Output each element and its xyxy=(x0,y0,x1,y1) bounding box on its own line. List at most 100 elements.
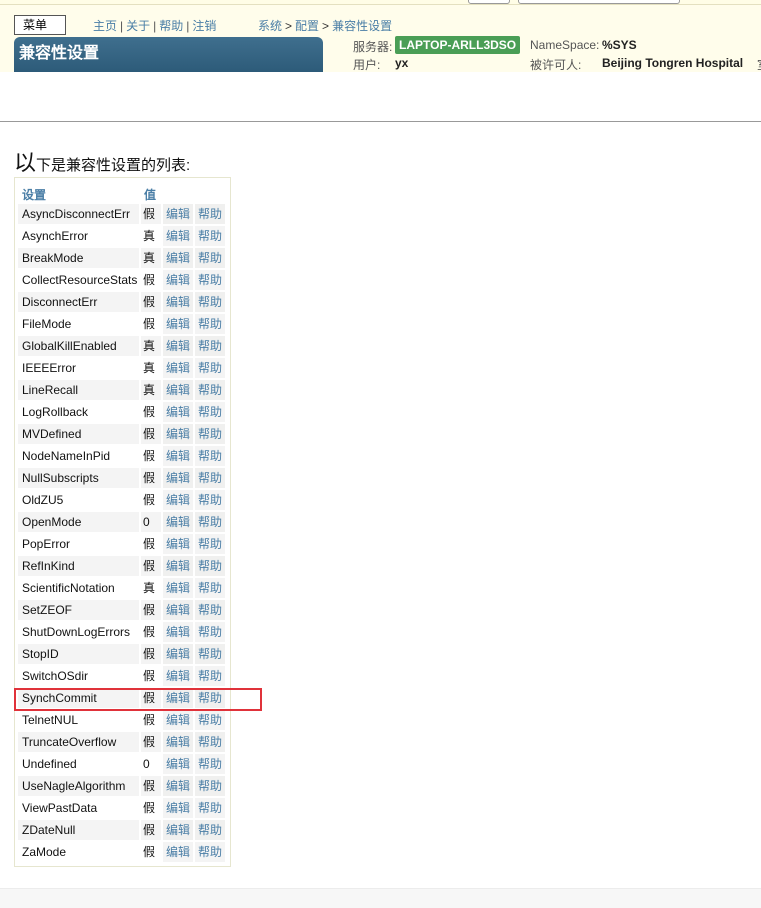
edit-link[interactable]: 编辑 xyxy=(166,625,190,639)
help-link[interactable]: 帮助 xyxy=(198,779,222,793)
edit-link[interactable]: 编辑 xyxy=(166,669,190,683)
setting-name: NullSubscripts xyxy=(18,468,139,488)
breadcrumb-config[interactable]: 配置 xyxy=(295,19,319,33)
help-link[interactable]: 帮助 xyxy=(198,339,222,353)
setting-name: ViewPastData xyxy=(22,801,98,815)
help-link[interactable]: 帮助 xyxy=(198,581,222,595)
edit-link[interactable]: 编辑 xyxy=(166,515,190,529)
edit-link[interactable]: 编辑 xyxy=(166,581,190,595)
edit-link[interactable]: 编辑 xyxy=(166,383,190,397)
help-link[interactable]: 帮助 xyxy=(198,625,222,639)
edit-link[interactable]: 编辑 xyxy=(166,757,190,771)
edit-link[interactable]: 编辑 xyxy=(166,405,190,419)
edit-cell: 编辑 xyxy=(163,556,193,576)
breadcrumb-system[interactable]: 系统 xyxy=(258,19,282,33)
table-row: ViewPastData 假编辑 帮助 xyxy=(18,798,229,818)
help-cell: 帮助 xyxy=(195,666,225,686)
help-link[interactable]: 帮助 xyxy=(198,603,222,617)
help-link[interactable]: 帮助 xyxy=(198,273,222,287)
top-control-left[interactable] xyxy=(468,0,510,4)
help-link[interactable]: 帮助 xyxy=(198,207,222,221)
setting-name: ZaMode xyxy=(22,845,67,859)
edit-link[interactable]: 编辑 xyxy=(166,317,190,331)
help-link[interactable]: 帮助 xyxy=(198,229,222,243)
help-cell: 帮助 xyxy=(195,336,225,356)
table-row: SwitchOSdir 假编辑 帮助 xyxy=(18,666,229,686)
edit-link[interactable]: 编辑 xyxy=(166,537,190,551)
help-link[interactable]: 帮助 xyxy=(198,713,222,727)
namespace-value: %SYS xyxy=(602,38,637,52)
help-link[interactable]: 帮助 xyxy=(198,471,222,485)
help-link[interactable]: 帮助 xyxy=(198,427,222,441)
help-link[interactable]: 帮助 xyxy=(198,823,222,837)
edit-link[interactable]: 编辑 xyxy=(166,735,190,749)
help-link[interactable]: 帮助 xyxy=(198,383,222,397)
edit-cell: 编辑 xyxy=(163,820,193,840)
edit-link[interactable]: 编辑 xyxy=(166,779,190,793)
help-link[interactable]: 帮助 xyxy=(198,537,222,551)
edit-link[interactable]: 编辑 xyxy=(166,603,190,617)
edit-link[interactable]: 编辑 xyxy=(166,427,190,441)
nav-logout-link[interactable]: 注销 xyxy=(192,19,216,33)
help-cell: 帮助 xyxy=(195,754,225,774)
setting-value: 假 xyxy=(141,732,161,752)
help-cell: 帮助 xyxy=(195,644,225,664)
help-link[interactable]: 帮助 xyxy=(198,757,222,771)
edit-link[interactable]: 编辑 xyxy=(166,449,190,463)
edit-link[interactable]: 编辑 xyxy=(166,845,190,859)
edit-link[interactable]: 编辑 xyxy=(166,691,190,705)
edit-link[interactable]: 编辑 xyxy=(166,273,190,287)
help-cell: 帮助 xyxy=(195,446,225,466)
nav-help-link[interactable]: 帮助 xyxy=(159,19,183,33)
edit-link[interactable]: 编辑 xyxy=(166,801,190,815)
setting-value: 0 xyxy=(141,512,161,532)
setting-name: ZDateNull xyxy=(18,820,139,840)
edit-cell: 编辑 xyxy=(163,688,193,708)
help-link[interactable]: 帮助 xyxy=(198,449,222,463)
menu-button[interactable]: 菜单 xyxy=(14,15,66,35)
edit-link[interactable]: 编辑 xyxy=(166,229,190,243)
table-row: MVDefined 假编辑 帮助 xyxy=(18,424,229,444)
edit-link[interactable]: 编辑 xyxy=(166,339,190,353)
settings-table: 设置 值 AsyncDisconnectErr 假编辑 帮助 AsynchError 真… xyxy=(14,177,231,867)
setting-value: 假 xyxy=(143,801,156,815)
edit-link[interactable]: 编辑 xyxy=(166,647,190,661)
setting-name: CollectResourceStats xyxy=(22,273,138,287)
help-link[interactable]: 帮助 xyxy=(198,317,222,331)
help-link[interactable]: 帮助 xyxy=(198,801,222,815)
edit-link[interactable]: 编辑 xyxy=(166,207,190,221)
edit-link[interactable]: 编辑 xyxy=(166,295,190,309)
breadcrumb-compat[interactable]: 兼容性设置 xyxy=(332,19,392,33)
table-row: GlobalKillEnabled 真编辑 帮助 xyxy=(18,336,229,356)
help-link[interactable]: 帮助 xyxy=(198,845,222,859)
setting-value: 假 xyxy=(143,669,156,683)
edit-link[interactable]: 编辑 xyxy=(166,471,190,485)
nav-about-link[interactable]: 关于 xyxy=(126,19,150,33)
edit-link[interactable]: 编辑 xyxy=(166,559,190,573)
help-link[interactable]: 帮助 xyxy=(198,669,222,683)
help-link[interactable]: 帮助 xyxy=(198,647,222,661)
table-row: AsynchError 真编辑 帮助 xyxy=(18,226,229,246)
help-link[interactable]: 帮助 xyxy=(198,361,222,375)
help-link[interactable]: 帮助 xyxy=(198,405,222,419)
edit-link[interactable]: 编辑 xyxy=(166,713,190,727)
edit-link[interactable]: 编辑 xyxy=(166,823,190,837)
edit-link[interactable]: 编辑 xyxy=(166,361,190,375)
edit-link[interactable]: 编辑 xyxy=(166,493,190,507)
help-cell: 帮助 xyxy=(195,248,225,268)
help-link[interactable]: 帮助 xyxy=(198,559,222,573)
nav-home-link[interactable]: 主页 xyxy=(93,19,117,33)
table-row: ZaMode 假编辑 帮助 xyxy=(18,842,229,862)
help-link[interactable]: 帮助 xyxy=(198,515,222,529)
edit-link[interactable]: 编辑 xyxy=(166,251,190,265)
help-link[interactable]: 帮助 xyxy=(198,251,222,265)
top-search-box[interactable] xyxy=(518,0,680,4)
help-link[interactable]: 帮助 xyxy=(198,493,222,507)
help-link[interactable]: 帮助 xyxy=(198,691,222,705)
setting-name: AsyncDisconnectErr xyxy=(18,204,139,224)
setting-value: 真 xyxy=(143,581,156,595)
help-link[interactable]: 帮助 xyxy=(198,735,222,749)
help-link[interactable]: 帮助 xyxy=(198,295,222,309)
table-row: OpenMode 0 编辑 帮助 xyxy=(18,512,229,532)
setting-value: 0 xyxy=(143,757,150,771)
